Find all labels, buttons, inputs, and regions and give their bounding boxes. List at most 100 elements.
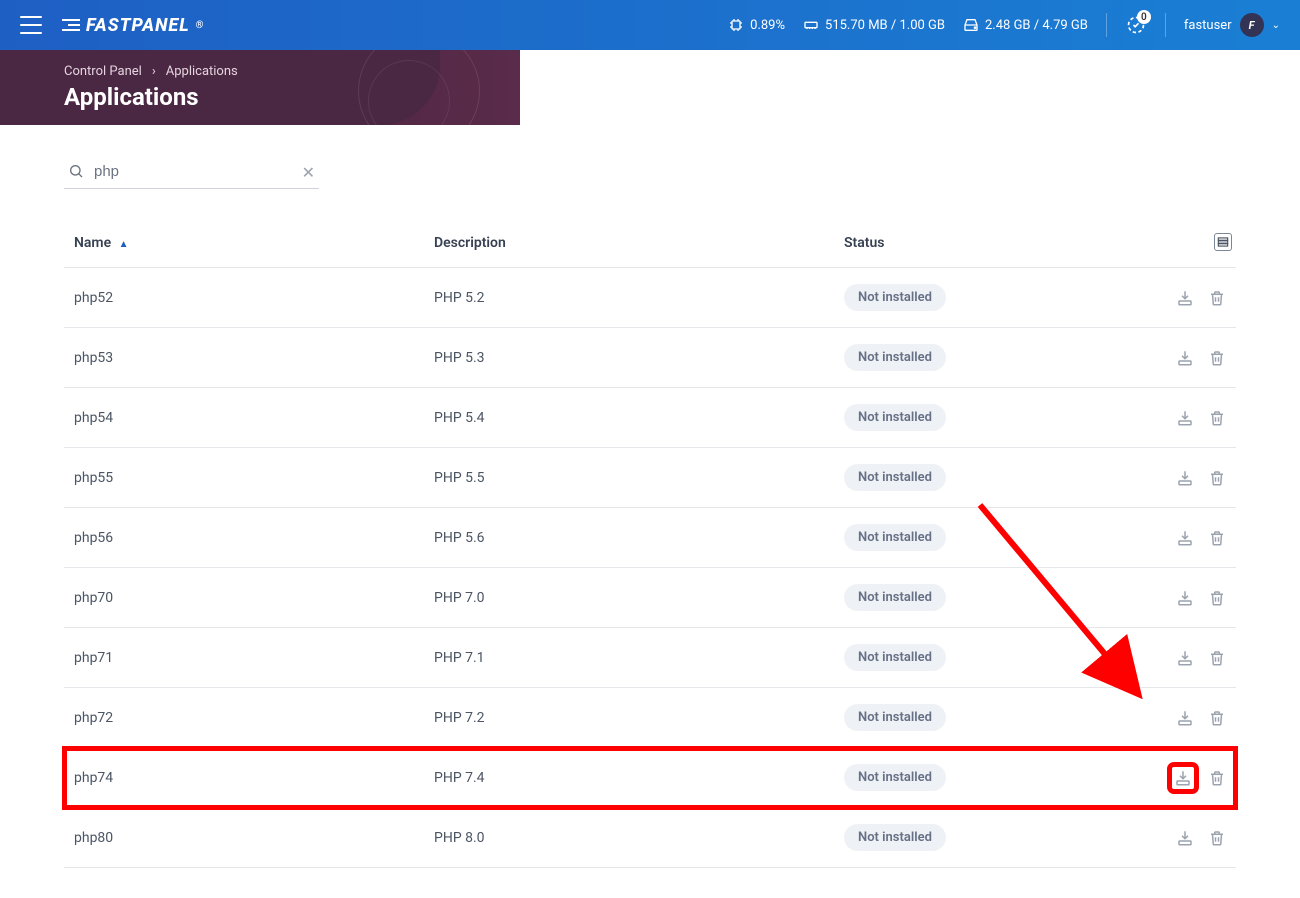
app-status: Not installed bbox=[834, 688, 1154, 748]
table-row: php80PHP 8.0 Not installed bbox=[64, 808, 1236, 868]
app-status: Not installed bbox=[834, 748, 1154, 808]
app-status: Not installed bbox=[834, 268, 1154, 328]
ram-stat[interactable]: 515.70 MB / 1.00 GB bbox=[803, 17, 945, 33]
install-button[interactable] bbox=[1176, 709, 1194, 727]
user-menu[interactable]: fastuser F ⌄ bbox=[1184, 13, 1280, 37]
chevron-down-icon: ⌄ bbox=[1272, 20, 1280, 31]
app-description: PHP 7.2 bbox=[424, 688, 834, 748]
app-description: PHP 5.6 bbox=[424, 508, 834, 568]
app-description: PHP 8.0 bbox=[424, 808, 834, 868]
cpu-icon bbox=[728, 17, 744, 33]
disk-stat[interactable]: 2.48 GB / 4.79 GB bbox=[963, 17, 1088, 33]
table-row: php52PHP 5.2 Not installed bbox=[64, 268, 1236, 328]
search-field: ✕ bbox=[64, 155, 319, 189]
username: fastuser bbox=[1184, 18, 1232, 33]
delete-button[interactable] bbox=[1208, 709, 1226, 727]
brand-logo[interactable]: FASTPANEL ® bbox=[62, 15, 204, 36]
column-actions bbox=[1154, 219, 1236, 268]
delete-button[interactable] bbox=[1208, 829, 1226, 847]
sort-asc-icon: ▲ bbox=[119, 239, 129, 250]
menu-toggle-button[interactable] bbox=[20, 16, 42, 34]
breadcrumb: Control Panel › Applications bbox=[64, 64, 440, 79]
ram-value: 515.70 MB / 1.00 GB bbox=[825, 18, 945, 33]
delete-button[interactable] bbox=[1208, 529, 1226, 547]
search-icon bbox=[68, 163, 84, 183]
status-badge: Not installed bbox=[844, 584, 946, 611]
install-button[interactable] bbox=[1176, 529, 1194, 547]
search-input[interactable] bbox=[64, 155, 319, 189]
delete-button[interactable] bbox=[1208, 349, 1226, 367]
topbar-stats: 0.89% 515.70 MB / 1.00 GB 2.48 GB / 4.79… bbox=[728, 13, 1280, 37]
app-description: PHP 5.3 bbox=[424, 328, 834, 388]
status-badge: Not installed bbox=[844, 404, 946, 431]
avatar: F bbox=[1240, 13, 1264, 37]
breadcrumb-sep: › bbox=[152, 64, 156, 79]
table-row: php55PHP 5.5Not installed bbox=[64, 448, 1236, 508]
app-description: PHP 5.2 bbox=[424, 268, 834, 328]
install-button[interactable] bbox=[1176, 829, 1194, 847]
top-bar: FASTPANEL ® 0.89% 515.70 MB / 1.00 GB 2.4… bbox=[0, 0, 1300, 50]
status-badge: Not installed bbox=[844, 704, 946, 731]
ram-icon bbox=[803, 17, 819, 33]
install-button[interactable] bbox=[1176, 349, 1194, 367]
install-button[interactable] bbox=[1176, 409, 1194, 427]
delete-button[interactable] bbox=[1208, 289, 1226, 307]
divider bbox=[1106, 13, 1107, 37]
app-name[interactable]: php54 bbox=[64, 388, 424, 448]
install-button[interactable] bbox=[1176, 649, 1194, 667]
cpu-value: 0.89% bbox=[750, 18, 785, 33]
divider bbox=[1165, 13, 1166, 37]
clear-search-button[interactable]: ✕ bbox=[302, 163, 315, 182]
breadcrumb-current: Applications bbox=[166, 64, 238, 79]
app-name[interactable]: php72 bbox=[64, 688, 424, 748]
tasks-count: 0 bbox=[1137, 10, 1151, 24]
app-status: Not installed bbox=[834, 628, 1154, 688]
delete-button[interactable] bbox=[1208, 469, 1226, 487]
app-description: PHP 7.0 bbox=[424, 568, 834, 628]
table-row: php54PHP 5.4 Not installed bbox=[64, 388, 1236, 448]
app-status: Not installed bbox=[834, 388, 1154, 448]
app-description: PHP 7.1 bbox=[424, 628, 834, 688]
table-row: php53PHP 5.3Not installed bbox=[64, 328, 1236, 388]
app-name[interactable]: php70 bbox=[64, 568, 424, 628]
app-name[interactable]: php55 bbox=[64, 448, 424, 508]
app-name[interactable]: php74 bbox=[64, 748, 424, 808]
table-row: php70PHP 7.0 Not installed bbox=[64, 568, 1236, 628]
delete-button[interactable] bbox=[1208, 769, 1226, 787]
app-name[interactable]: php56 bbox=[64, 508, 424, 568]
table-row: php56PHP 5.6 Not installed bbox=[64, 508, 1236, 568]
status-badge: Not installed bbox=[844, 284, 946, 311]
status-badge: Not installed bbox=[844, 824, 946, 851]
app-status: Not installed bbox=[834, 808, 1154, 868]
brand-text: FASTPANEL bbox=[86, 15, 190, 36]
app-name[interactable]: php52 bbox=[64, 268, 424, 328]
column-description[interactable]: Description bbox=[424, 219, 834, 268]
status-badge: Not installed bbox=[844, 524, 946, 551]
app-status: Not installed bbox=[834, 568, 1154, 628]
view-toggle-button[interactable] bbox=[1214, 233, 1232, 251]
column-name[interactable]: Name ▲ bbox=[64, 219, 424, 268]
app-status: Not installed bbox=[834, 328, 1154, 388]
page-header: Control Panel › Applications Application… bbox=[0, 50, 1300, 125]
install-button[interactable] bbox=[1176, 589, 1194, 607]
delete-button[interactable] bbox=[1208, 409, 1226, 427]
app-description: PHP 5.4 bbox=[424, 388, 834, 448]
page-title: Applications bbox=[64, 83, 440, 111]
app-description: PHP 7.4 bbox=[424, 748, 834, 808]
app-name[interactable]: php71 bbox=[64, 628, 424, 688]
install-button[interactable] bbox=[1176, 289, 1194, 307]
install-button[interactable] bbox=[1176, 469, 1194, 487]
disk-value: 2.48 GB / 4.79 GB bbox=[985, 18, 1088, 33]
tasks-button[interactable]: 0 bbox=[1125, 14, 1147, 36]
column-status[interactable]: Status bbox=[834, 219, 1154, 268]
app-name[interactable]: php53 bbox=[64, 328, 424, 388]
delete-button[interactable] bbox=[1208, 589, 1226, 607]
status-badge: Not installed bbox=[844, 464, 946, 491]
table-row: php71PHP 7.1Not installed bbox=[64, 628, 1236, 688]
delete-button[interactable] bbox=[1208, 649, 1226, 667]
install-button[interactable] bbox=[1172, 767, 1194, 789]
breadcrumb-root[interactable]: Control Panel bbox=[64, 64, 142, 79]
brand-reg: ® bbox=[196, 20, 205, 31]
app-name[interactable]: php80 bbox=[64, 808, 424, 868]
cpu-stat[interactable]: 0.89% bbox=[728, 17, 785, 33]
